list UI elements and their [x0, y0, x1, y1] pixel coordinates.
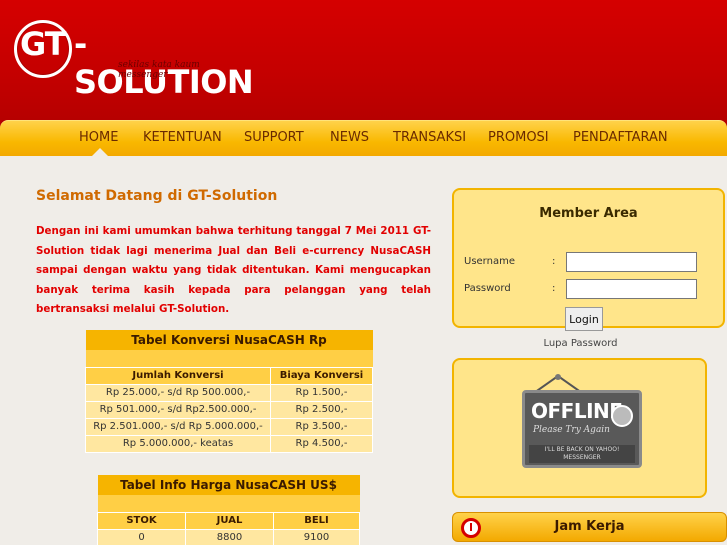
table-harga: Tabel Info Harga NusaCASH US$ STOK JUAL …: [97, 475, 360, 545]
nav-news[interactable]: NEWS: [330, 130, 369, 145]
messenger-face-icon: [611, 405, 633, 427]
offline-text: OFFLINE: [531, 399, 623, 423]
table-header-jumlah: Jumlah Konversi: [85, 366, 271, 385]
table-cell: Rp 501.000,- s/d Rp2.500.000,-: [85, 400, 271, 419]
nav-promosi[interactable]: PROMOSI: [488, 130, 549, 145]
username-label: Username: [464, 256, 515, 267]
table-cell: Rp 5.000.000,- keatas: [85, 434, 271, 453]
lupa-password-link[interactable]: Lupa Password: [452, 338, 709, 349]
offline-please-text: Please Try Again: [533, 425, 610, 435]
nav-support[interactable]: SUPPORT: [244, 130, 304, 145]
offline-status-panel: OFFLINE Please Try Again I'LL BE BACK ON…: [452, 358, 707, 498]
table-spacer: [85, 350, 373, 367]
table-harga-title: Tabel Info Harga NusaCASH US$: [97, 475, 360, 495]
table-header-biaya: Biaya Konversi: [270, 366, 373, 385]
offline-yahoo-text: I'LL BE BACK ON YAHOO! MESSENGER: [529, 445, 635, 463]
nav-active-indicator: [92, 148, 108, 156]
jam-kerja-label: Jam Kerja: [554, 519, 625, 534]
member-area-title: Member Area: [539, 206, 638, 221]
site-header: GT -SOLUTION sekilas kata kaum messenger: [0, 0, 727, 130]
login-button[interactable]: Login: [565, 307, 603, 331]
table-cell: Rp 3.500,-: [270, 417, 373, 436]
nav-transaksi[interactable]: TRANSAKSI: [393, 130, 466, 145]
nav-pendaftaran[interactable]: PENDAFTARAN: [573, 130, 668, 145]
intro-announcement: Dengan ini kami umumkan bahwa terhitung …: [36, 225, 431, 315]
welcome-heading: Selamat Datang di GT-Solution: [36, 188, 278, 204]
table-header-jual: JUAL: [185, 511, 274, 530]
table-cell: Rp 2.501.000,- s/d Rp 5.000.000,-: [85, 417, 271, 436]
main-nav: HOME KETENTUAN SUPPORT NEWS TRANSAKSI PR…: [0, 120, 727, 156]
logo-gt-text: GT: [20, 25, 67, 63]
table-header-beli: BELI: [273, 511, 360, 530]
table-spacer: [97, 495, 360, 512]
table-header-stok: STOK: [97, 511, 186, 530]
table-konversi: Tabel Konversi NusaCASH Rp Jumlah Konver…: [85, 330, 373, 453]
password-colon: :: [552, 283, 556, 294]
nav-home[interactable]: HOME: [79, 130, 118, 145]
table-konversi-title: Tabel Konversi NusaCASH Rp: [85, 330, 373, 350]
site-logo[interactable]: GT -SOLUTION sekilas kata kaum messenger: [14, 20, 254, 101]
table-cell: Rp 1.500,-: [270, 383, 373, 402]
table-cell: Rp 2.500,-: [270, 400, 373, 419]
nav-ketentuan[interactable]: KETENTUAN: [143, 130, 222, 145]
jam-kerja-bar[interactable]: Jam Kerja: [452, 512, 727, 542]
table-cell: Rp 25.000,- s/d Rp 500.000,-: [85, 383, 271, 402]
table-cell: 8800: [185, 528, 274, 545]
username-input[interactable]: [566, 252, 697, 272]
table-cell: 9100: [273, 528, 360, 545]
password-label: Password: [464, 283, 511, 294]
table-cell: Rp 4.500,-: [270, 434, 373, 453]
password-input[interactable]: [566, 279, 697, 299]
table-cell: 0: [97, 528, 186, 545]
logo-tagline: sekilas kata kaum messenger: [118, 60, 200, 80]
offline-sign: OFFLINE Please Try Again I'LL BE BACK ON…: [522, 390, 642, 468]
username-colon: :: [552, 256, 556, 267]
